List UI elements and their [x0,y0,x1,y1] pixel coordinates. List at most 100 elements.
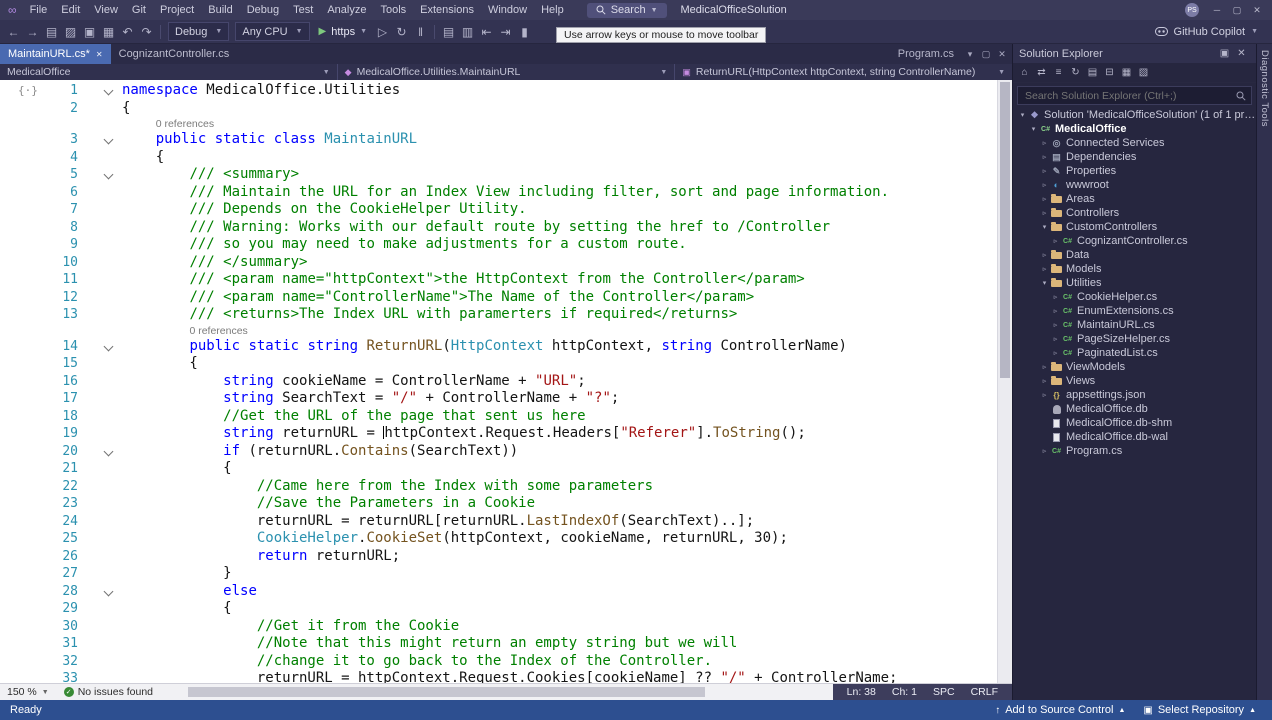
close-tab-icon[interactable]: ✕ [96,50,103,59]
github-copilot-button[interactable]: GitHub Copilot ▼ [1154,26,1268,38]
code-line[interactable]: 29 { [0,600,998,618]
expand-icon[interactable]: ▹ [1050,307,1061,315]
tree-item-utilities[interactable]: ▾ Utilities [1013,276,1256,290]
expand-icon[interactable]: ▹ [1039,391,1050,399]
tree-item-dependencies[interactable]: ▹ ▤ Dependencies [1013,150,1256,164]
expand-icon[interactable]: ▹ [1039,447,1050,455]
code-line[interactable]: 4 { [0,149,998,167]
navigate-forward-icon[interactable]: → [23,25,42,39]
fold-chevron-icon[interactable] [78,166,122,184]
quick-search-box[interactable]: Search ▼ [586,2,667,18]
start-debugging-button[interactable]: ▶ https ▼ [319,26,368,38]
code-line[interactable]: 8 /// Warning: Works with our default ro… [0,219,998,237]
expand-icon[interactable]: ▹ [1050,349,1061,357]
codelens-references[interactable]: 0 references [0,324,998,338]
expand-icon[interactable]: ▹ [1039,195,1050,203]
expand-icon[interactable]: ▹ [1039,265,1050,273]
navigate-back-icon[interactable]: ← [4,25,23,39]
codelens-references[interactable]: 0 references [0,117,998,131]
user-avatar[interactable]: PS [1185,3,1199,17]
fold-chevron-icon[interactable] [78,443,122,461]
select-repository-button[interactable]: ▣ Select Repository ▲ [1137,704,1262,716]
zoom-dropdown[interactable]: 150 % ▼ [0,686,56,698]
filter-icon[interactable]: ≡ [1050,67,1067,78]
code-line[interactable]: 2{ [0,100,998,118]
expand-icon[interactable]: ▹ [1039,167,1050,175]
code-line[interactable]: 1 namespace MedicalOffice.Utilities [0,82,998,100]
code-line[interactable]: 14 public static string ReturnURL(HttpCo… [0,338,998,356]
fold-chevron-icon[interactable] [78,338,122,356]
collapse-icon[interactable]: ▾ [1039,223,1050,231]
new-file-icon[interactable]: ▤ [42,25,61,39]
diagnostic-tools-tab[interactable]: Diagnostic Tools [1259,50,1270,127]
menu-project[interactable]: Project [153,0,201,20]
indentation-indicator[interactable]: SPC [933,686,955,698]
menu-window[interactable]: Window [481,0,534,20]
start-without-debugging-icon[interactable]: ▷ [373,25,392,39]
tab-cognizantcontroller-cs[interactable]: CognizantController.cs [111,44,238,64]
code-line[interactable]: 18 //Get the URL of the page that sent u… [0,408,998,426]
type-dropdown[interactable]: ◆ MedicalOffice.Utilities.MaintainURL ▼ [338,64,676,80]
scrollbar-thumb[interactable] [1000,82,1010,378]
code-line[interactable]: 7 /// Depends on the CookieHelper Utilit… [0,201,998,219]
solution-configuration-dropdown[interactable]: Debug ▼ [168,22,230,41]
code-line[interactable]: 3 public static class MaintainURL [0,131,998,149]
project-dropdown[interactable]: MedicalOffice ▼ [0,64,338,80]
redo-icon[interactable]: ↷ [137,25,156,39]
expand-icon[interactable]: ▹ [1050,321,1061,329]
code-line[interactable]: 13 /// <returns>The Index URL with param… [0,306,998,324]
close-panel-icon[interactable]: ✕ [1233,48,1250,59]
code-line[interactable]: 25 CookieHelper.CookieSet(httpContext, c… [0,530,998,548]
tree-item-medicaloffice-db-wal[interactable]: MedicalOffice.db-wal [1013,430,1256,444]
tree-item-medicaloffice-db[interactable]: MedicalOffice.db [1013,402,1256,416]
line-ending-indicator[interactable]: CRLF [971,686,998,698]
solution-explorer-search[interactable] [1017,86,1252,105]
tab-program-cs[interactable]: Program.cs [890,48,962,60]
code-line[interactable]: 6 /// Maintain the URL for an Index View… [0,184,998,202]
code-line[interactable]: 27 } [0,565,998,583]
add-to-source-control-button[interactable]: ↑ Add to Source Control ▲ [989,704,1131,716]
tree-item-solution-medicalofficesolution-1-of-1-project[interactable]: ▾ ❖ Solution 'MedicalOfficeSolution' (1 of… [1013,108,1256,122]
column-indicator[interactable]: Ch: 1 [892,686,917,698]
code-line[interactable]: 26 return returnURL; [0,548,998,566]
fold-chevron-icon[interactable] [78,583,122,601]
fold-chevron-icon[interactable] [78,82,122,100]
home-icon[interactable]: ⌂ [1016,67,1033,78]
properties-icon[interactable]: ▧ [1135,67,1152,78]
maximize-icon[interactable]: ▢ [1228,5,1246,16]
collapse-all-icon[interactable]: ⊟ [1101,67,1118,78]
refresh-icon[interactable]: ↻ [1067,67,1084,78]
expand-icon[interactable]: ▹ [1039,251,1050,259]
menu-build[interactable]: Build [201,0,239,20]
code-line[interactable]: 22 //Came here from the Index with some … [0,478,998,496]
open-file-icon[interactable]: ▨ [61,25,80,39]
tree-item-medicaloffice[interactable]: ▾ C# MedicalOffice [1013,122,1256,136]
member-dropdown[interactable]: ▣ ReturnURL(HttpContext httpContext, str… [675,64,1012,80]
line-indicator[interactable]: Ln: 38 [847,686,876,698]
expand-icon[interactable]: ▹ [1050,335,1061,343]
tree-item-cookiehelper-cs[interactable]: ▹ C# CookieHelper.cs [1013,290,1256,304]
menu-debug[interactable]: Debug [240,0,286,20]
issues-label[interactable]: No issues found [78,686,153,698]
code-line[interactable]: 31 //Note that this might return an empt… [0,635,998,653]
menu-tools[interactable]: Tools [373,0,413,20]
float-tab-icon[interactable]: ▢ [978,49,994,60]
expand-icon[interactable]: ▹ [1039,139,1050,147]
code-line[interactable]: 16 string cookieName = ControllerName + … [0,373,998,391]
tree-item-customcontrollers[interactable]: ▾ CustomControllers [1013,220,1256,234]
solution-explorer-search-input[interactable] [1023,88,1236,103]
collapse-icon[interactable]: ▾ [1017,111,1028,119]
comment-icon[interactable]: ▤ [439,25,458,39]
increase-indent-icon[interactable]: ⇥ [496,25,515,39]
menu-git[interactable]: Git [125,0,153,20]
tree-item-models[interactable]: ▹ Models [1013,262,1256,276]
tree-item-views[interactable]: ▹ Views [1013,374,1256,388]
tree-item-connected-services[interactable]: ▹ ◎ Connected Services [1013,136,1256,150]
break-all-icon[interactable]: ‖ [411,25,430,39]
code-line[interactable]: 24 returnURL = returnURL[returnURL.LastI… [0,513,998,531]
fold-chevron-icon[interactable] [78,131,122,149]
tree-item-appsettings-json[interactable]: ▹{} appsettings.json [1013,388,1256,402]
tree-item-viewmodels[interactable]: ▹ ViewModels [1013,360,1256,374]
nest-files-icon[interactable]: ▤ [1084,67,1101,78]
uncomment-icon[interactable]: ▥ [458,25,477,39]
